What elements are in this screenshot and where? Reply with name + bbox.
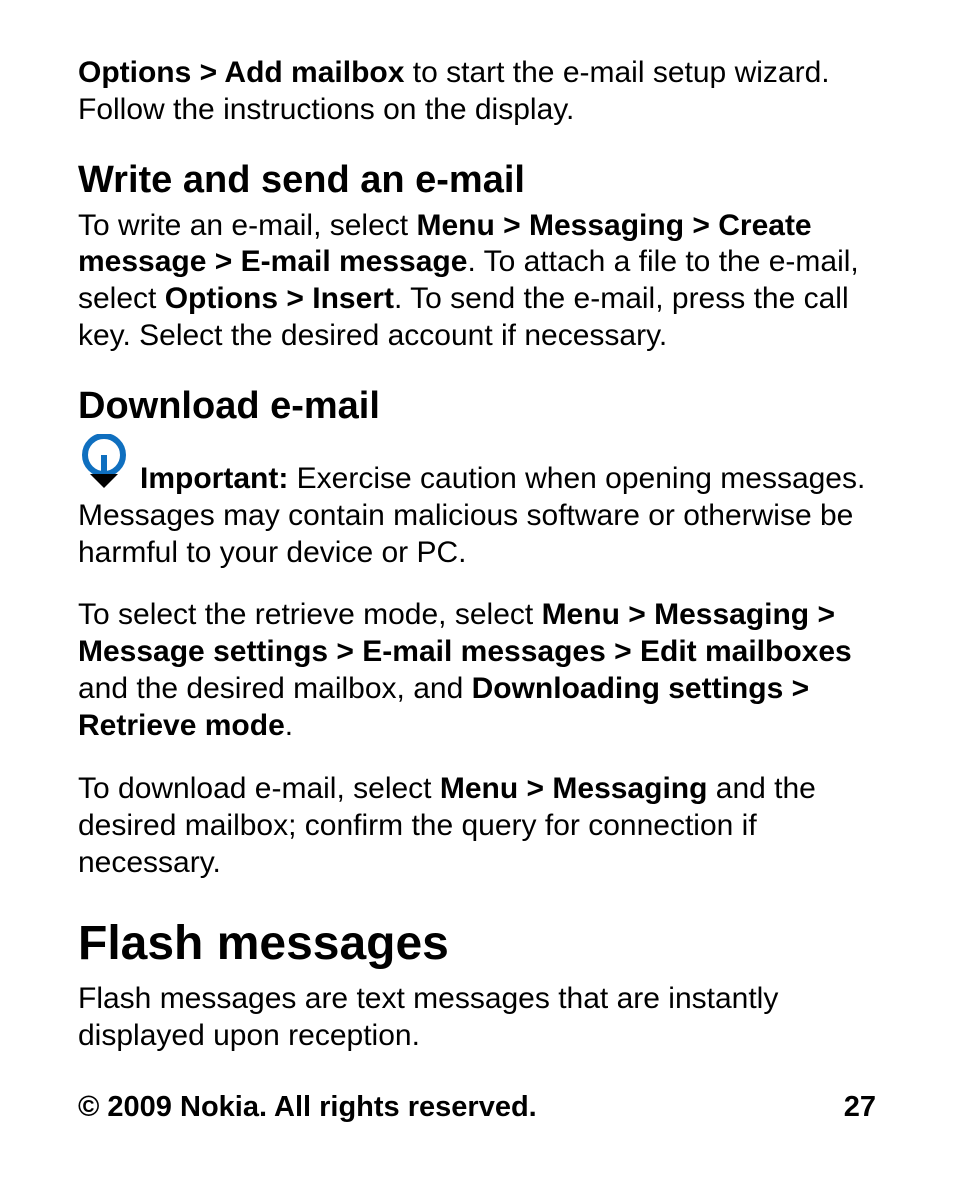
important-icon [78,434,134,498]
important-label: Important: [140,462,288,495]
separator: > [783,672,809,705]
heading-write-send: Write and send an e-mail [78,157,876,204]
menu-label: Menu [416,209,494,242]
separator: > [518,772,552,805]
edit-mailboxes-label: Edit mailboxes [640,635,852,668]
intro-paragraph: Options > Add mailbox to start the e-mai… [78,55,876,129]
separator: > [191,56,224,89]
menu-label: Menu [440,772,518,805]
options-label: Options [78,56,191,89]
messaging-label: Messaging [552,772,707,805]
flash-paragraph: Flash messages are text messages that ar… [78,981,876,1055]
separator: > [620,598,654,631]
message-settings-label: Message settings [78,635,328,668]
text: and the desired mailbox, and [78,672,472,705]
text: To select the retrieve mode, select [78,598,542,631]
separator: > [495,209,529,242]
text: To download e-mail, select [78,772,440,805]
download-paragraph: To download e-mail, select Menu > Messag… [78,771,876,882]
separator: > [328,635,362,668]
text: . [285,709,293,742]
text: To write an e-mail, select [78,209,416,242]
separator: > [684,209,718,242]
retrieve-mode-paragraph: To select the retrieve mode, select Menu… [78,597,876,745]
write-send-paragraph: To write an e-mail, select Menu > Messag… [78,208,876,356]
page-number: 27 [844,1090,876,1126]
separator: > [809,598,835,631]
important-paragraph: Important: Exercise caution when opening… [78,434,876,572]
email-message-label: E-mail message [241,245,468,278]
heading-flash-messages: Flash messages [78,914,876,973]
copyright-text: © 2009 Nokia. All rights reserved. [78,1090,537,1126]
options-label: Options [165,282,278,315]
add-mailbox-label: Add mailbox [224,56,404,89]
separator: > [606,635,640,668]
messaging-label: Messaging [529,209,684,242]
email-messages-label: E-mail messages [362,635,605,668]
page-footer: © 2009 Nokia. All rights reserved. 27 [78,1090,876,1126]
separator: > [206,245,240,278]
messaging-label: Messaging [654,598,809,631]
menu-label: Menu [542,598,620,631]
separator: > [278,282,312,315]
insert-label: Insert [312,282,394,315]
heading-download: Download e-mail [78,383,876,430]
retrieve-mode-label: Retrieve mode [78,709,285,742]
downloading-settings-label: Downloading settings [472,672,784,705]
